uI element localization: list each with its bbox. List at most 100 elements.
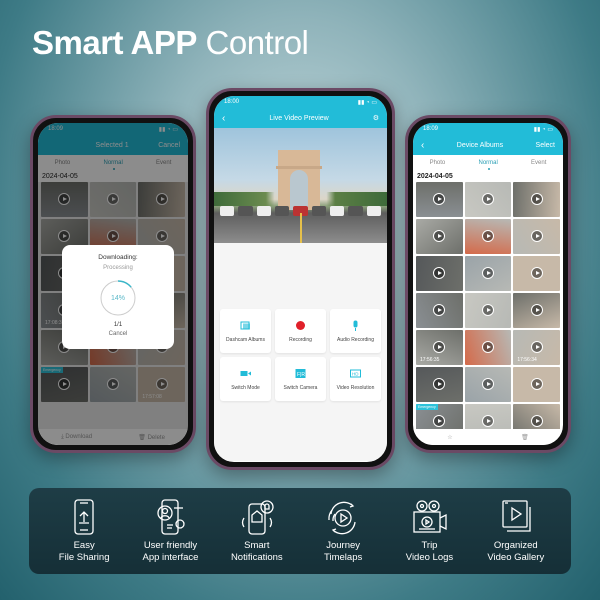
- feature-notifications: Smart Notifications: [217, 488, 297, 564]
- play-icon: [433, 266, 446, 279]
- video-thumbnail[interactable]: [464, 293, 512, 328]
- video-thumbnail[interactable]: [464, 219, 512, 254]
- video-thumbnail[interactable]: [513, 293, 560, 328]
- emergency-tag: Emergency: [416, 404, 438, 410]
- select-button[interactable]: Select: [536, 142, 555, 149]
- headline-regular: Control: [196, 24, 309, 61]
- header-title: Live Video Preview: [269, 114, 329, 122]
- live-video-feed[interactable]: [214, 128, 387, 243]
- video-thumbnail[interactable]: [416, 256, 463, 291]
- phone-screen: 18:09 ▮▮ ◔ ▭ ‹ Device Albums Select Photo…: [413, 123, 563, 445]
- download-dialog: Downloading: Processing 14% 1/1 Cancel: [62, 245, 174, 349]
- svg-text:F|R: F|R: [297, 372, 305, 378]
- play-icon: [481, 414, 494, 427]
- empty-space: [214, 243, 387, 309]
- header-title: Device Albums: [456, 141, 504, 149]
- video-thumbnail[interactable]: [416, 219, 463, 254]
- feature-label: Smart Notifications: [230, 540, 283, 563]
- phone-downloading: 18:09 ▮▮ ◔ ▭ Selected 1 Cancel Photo Norma…: [30, 115, 196, 453]
- video-thumbnail[interactable]: [416, 367, 463, 402]
- play-icon: [481, 377, 494, 390]
- dialog-cancel-button[interactable]: Cancel: [62, 331, 174, 337]
- status-icons: ▮▮ ◔ ▭: [357, 100, 377, 106]
- tab-photo[interactable]: Photo: [430, 160, 446, 166]
- tab-normal[interactable]: Normal: [478, 160, 498, 170]
- microphone-icon: [350, 320, 361, 331]
- favorite-icon[interactable]: ☆: [447, 434, 452, 441]
- phone-live-preview: 18:00 ▮▮ ◔ ▭ ‹ Live Video Preview ⚙ Dashc…: [206, 88, 395, 470]
- trash-icon[interactable]: 🗑: [521, 434, 529, 441]
- switch-camera-icon: F|R: [295, 368, 306, 379]
- settings-icon[interactable]: ⚙: [373, 114, 379, 122]
- timelapse-icon: [328, 501, 356, 535]
- status-time: 18:09: [423, 126, 439, 132]
- control-switch-mode[interactable]: Switch Mode: [220, 357, 271, 401]
- thumbnail-timestamp: 17:56:35: [420, 357, 440, 363]
- control-label: Switch Mode: [231, 384, 260, 391]
- feature-file-sharing: Easy File Sharing: [44, 488, 124, 564]
- app-header: 18:09 ▮▮ ◔ ▭ ‹ Device Albums Select: [413, 123, 563, 155]
- status-time: 18:00: [224, 99, 240, 105]
- play-icon: [530, 266, 543, 279]
- control-video-resolution[interactable]: HD Video Resolution: [330, 357, 381, 401]
- headline-bold: Smart APP: [32, 24, 197, 61]
- date-header: 2024-04-05: [413, 171, 563, 182]
- india-gate: [276, 150, 322, 210]
- video-thumbnail[interactable]: [513, 219, 560, 254]
- video-thumbnail[interactable]: 17:56:35: [416, 330, 463, 365]
- play-icon: [530, 414, 543, 427]
- video-thumbnail[interactable]: [513, 367, 560, 402]
- control-audio-recording[interactable]: Audio Recording: [330, 309, 381, 353]
- play-icon: [481, 192, 494, 205]
- control-label: Recording: [289, 336, 312, 343]
- video-thumbnail[interactable]: [464, 256, 512, 291]
- feature-video-logs: Trip Video Logs: [389, 488, 469, 564]
- phone-upload-icon: [74, 499, 94, 535]
- video-thumbnail[interactable]: [464, 182, 512, 217]
- user-app-icon: [157, 499, 186, 535]
- camera-mode-icon: [240, 368, 251, 379]
- feature-bar: Easy File Sharing User friendly App interf…: [29, 488, 571, 574]
- feature-label: Organized Video Gallery: [487, 540, 545, 563]
- play-icon: [530, 229, 543, 242]
- hd-icon: HD: [350, 368, 361, 379]
- video-gallery-icon: [502, 500, 531, 532]
- album-icon: [240, 320, 251, 331]
- headline: Smart APP Control: [32, 24, 309, 62]
- phone-screen: 18:00 ▮▮ ◔ ▭ ‹ Live Video Preview ⚙ Dashc…: [214, 96, 387, 462]
- video-thumbnail[interactable]: [464, 330, 512, 365]
- video-thumbnail[interactable]: 17:56:34: [513, 330, 560, 365]
- feature-label: Journey Timelaps: [324, 540, 363, 563]
- play-icon: [530, 377, 543, 390]
- dialog-title: Downloading:: [98, 254, 138, 261]
- record-icon: [295, 320, 306, 331]
- video-thumbnail[interactable]: [513, 256, 560, 291]
- status-bar: 18:00 ▮▮ ◔ ▭: [214, 96, 387, 108]
- tab-event[interactable]: Event: [531, 160, 546, 166]
- video-thumbnail[interactable]: [464, 367, 512, 402]
- status-icons: ▮▮ ◔ ▭: [533, 127, 553, 133]
- app-header: 18:00 ▮▮ ◔ ▭ ‹ Live Video Preview ⚙: [214, 96, 387, 128]
- play-icon: [481, 229, 494, 242]
- video-thumbnail[interactable]: [513, 182, 560, 217]
- feature-label: Trip Video Logs: [405, 540, 454, 563]
- control-label: Switch Camera: [283, 384, 318, 391]
- play-icon: [481, 340, 494, 353]
- feature-app-interface: User friendly App interface: [130, 488, 210, 564]
- thumbnail-timestamp: 17:56:34: [517, 357, 537, 363]
- control-grid: Dashcam Albums Recording Audio Recording Sw…: [214, 309, 387, 401]
- play-icon: [433, 340, 446, 353]
- video-thumbnail[interactable]: [416, 293, 463, 328]
- feature-label: User friendly App interface: [142, 540, 199, 563]
- bottom-bar: ☆ 🗑: [413, 429, 563, 445]
- play-icon: [433, 414, 446, 427]
- control-label: Audio Recording: [337, 336, 374, 343]
- control-dashcam-albums[interactable]: Dashcam Albums: [220, 309, 271, 353]
- control-recording[interactable]: Recording: [275, 309, 326, 353]
- play-icon: [433, 377, 446, 390]
- play-icon: [433, 192, 446, 205]
- control-switch-camera[interactable]: F|R Switch Camera: [275, 357, 326, 401]
- play-icon: [481, 266, 494, 279]
- video-thumbnail[interactable]: [416, 182, 463, 217]
- phone-screen: 18:09 ▮▮ ◔ ▭ Selected 1 Cancel Photo Norma…: [38, 123, 188, 445]
